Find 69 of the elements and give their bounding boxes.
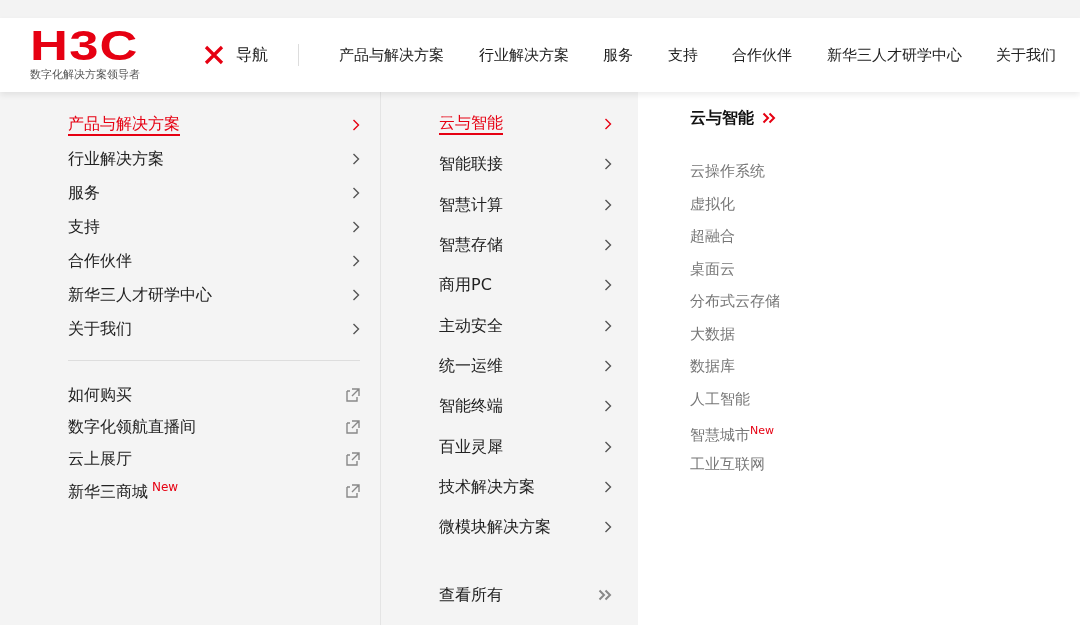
close-icon xyxy=(204,45,224,65)
chevron-right-icon xyxy=(604,480,612,493)
top-nav-link[interactable]: 关于我们 xyxy=(996,43,1056,67)
submenu-item[interactable]: 主动安全 xyxy=(439,305,612,346)
menu-item[interactable]: 关于我们 xyxy=(68,312,360,346)
external-link-icon xyxy=(346,388,360,402)
chevron-right-icon xyxy=(604,118,612,131)
menu-item[interactable]: 新华三人才研学中心 xyxy=(68,278,360,312)
submenu-item[interactable]: 智慧计算 xyxy=(439,184,612,225)
view-all-link[interactable]: 查看所有 xyxy=(439,574,612,615)
chevron-right-icon xyxy=(604,440,612,453)
menu-item[interactable]: 行业解决方案 xyxy=(68,142,360,176)
menu-link[interactable]: 数字化领航直播间 xyxy=(68,411,360,443)
chevron-right-icon xyxy=(352,221,360,233)
external-link-icon xyxy=(346,420,360,434)
nav-close-button[interactable]: 导航 xyxy=(198,44,299,66)
menu-item[interactable]: 产品与解决方案 xyxy=(68,108,360,142)
chevron-right-icon xyxy=(604,521,612,534)
chevron-right-icon xyxy=(604,359,612,372)
menu-item[interactable]: 合作伙伴 xyxy=(68,244,360,278)
menu-item[interactable]: 支持 xyxy=(68,210,360,244)
chevron-right-icon xyxy=(604,279,612,292)
submenu-item[interactable]: 智能终端 xyxy=(439,386,612,427)
chevron-right-icon xyxy=(604,198,612,211)
submenu-item[interactable]: 智慧存储 xyxy=(439,224,612,266)
chevron-right-icon xyxy=(604,239,612,252)
product-link[interactable]: 桌面云 xyxy=(690,259,735,278)
chevron-right-icon xyxy=(604,319,612,332)
product-link[interactable]: 虚拟化 xyxy=(690,194,735,213)
product-link[interactable]: 智慧城市$^{New}$ xyxy=(690,426,774,444)
product-link[interactable]: 人工智能 xyxy=(690,389,750,408)
top-nav-link[interactable]: 服务 xyxy=(603,43,633,67)
chevron-right-icon xyxy=(352,187,360,199)
product-link[interactable]: 分布式云存储 xyxy=(690,292,780,310)
chevron-right-icon xyxy=(604,400,612,413)
submenu-item[interactable]: 百业灵犀 xyxy=(439,426,612,467)
top-nav-link[interactable]: 行业解决方案 xyxy=(478,43,569,67)
product-link[interactable]: 数据库 xyxy=(690,357,735,375)
double-chevron-icon xyxy=(598,588,612,601)
chevron-right-icon xyxy=(604,158,612,171)
top-nav-link[interactable]: 合作伙伴 xyxy=(732,43,792,67)
external-link-icon xyxy=(346,484,360,498)
double-chevron-icon xyxy=(762,112,776,124)
product-link[interactable]: 工业互联网 xyxy=(690,454,765,473)
menu-item[interactable]: 服务 xyxy=(68,176,360,210)
menu-link[interactable]: 如何购买 xyxy=(68,379,360,411)
submenu-item[interactable]: 智能联接 xyxy=(439,144,612,185)
submenu-item[interactable]: 商用PC xyxy=(439,265,612,306)
menu-link[interactable]: 新华三商城 $^{New}$ xyxy=(68,475,360,507)
section-title[interactable]: 云与智能 xyxy=(690,106,754,130)
chevron-right-icon xyxy=(352,153,360,165)
logo[interactable]: H3C xyxy=(30,28,168,64)
product-link[interactable]: 云操作系统 xyxy=(690,162,765,180)
external-link-icon xyxy=(346,452,360,466)
submenu-item[interactable]: 微模块解决方案 xyxy=(439,506,612,548)
product-link[interactable]: 超融合 xyxy=(690,227,735,245)
chevron-right-icon xyxy=(352,119,360,131)
menu-link[interactable]: 云上展厅 xyxy=(68,443,360,475)
chevron-right-icon xyxy=(352,255,360,267)
submenu-item[interactable]: 技术解决方案 xyxy=(439,466,612,507)
top-nav-link[interactable]: 支持 xyxy=(667,43,698,67)
chevron-right-icon xyxy=(352,323,360,335)
submenu-item[interactable]: 云与智能 xyxy=(439,104,612,145)
top-nav-link[interactable]: 产品与解决方案 xyxy=(339,43,444,67)
product-link[interactable]: 大数据 xyxy=(690,324,735,343)
top-nav-link[interactable]: 新华三人才研学中心 xyxy=(826,43,962,67)
submenu-item[interactable]: 统一运维 xyxy=(439,345,612,387)
logo-tagline: 数字化解决方案领导者 xyxy=(30,68,140,82)
chevron-right-icon xyxy=(352,289,360,301)
